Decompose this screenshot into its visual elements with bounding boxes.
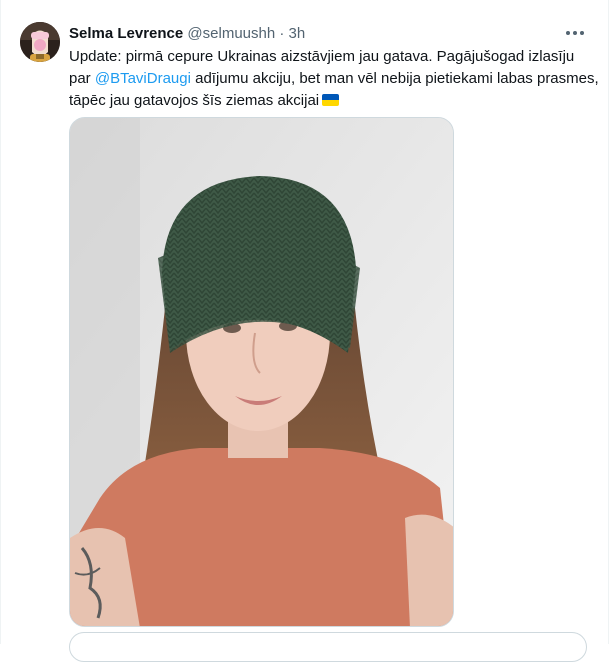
separator-dot: · bbox=[279, 25, 285, 42]
avatar[interactable] bbox=[20, 22, 60, 62]
photo-image bbox=[70, 118, 453, 626]
more-options-icon[interactable] bbox=[561, 22, 589, 44]
next-card-edge bbox=[69, 632, 587, 662]
mention-link[interactable]: @BTaviDraugi bbox=[95, 70, 191, 87]
tweet-header: Selma Levrence @selmuushh · 3h bbox=[69, 24, 548, 44]
tweet-card[interactable]: Selma Levrence @selmuushh · 3h Update: p… bbox=[0, 0, 609, 662]
timestamp[interactable]: 3h bbox=[289, 25, 306, 42]
avatar-image bbox=[20, 22, 60, 62]
author-name[interactable]: Selma Levrence bbox=[69, 25, 183, 42]
tweet-photo[interactable] bbox=[69, 117, 454, 627]
author-handle[interactable]: @selmuushh bbox=[187, 25, 275, 42]
tweet-text: Update: pirmā cepure Ukrainas aizstāvjie… bbox=[69, 46, 599, 112]
ukraine-flag-icon bbox=[322, 94, 340, 106]
